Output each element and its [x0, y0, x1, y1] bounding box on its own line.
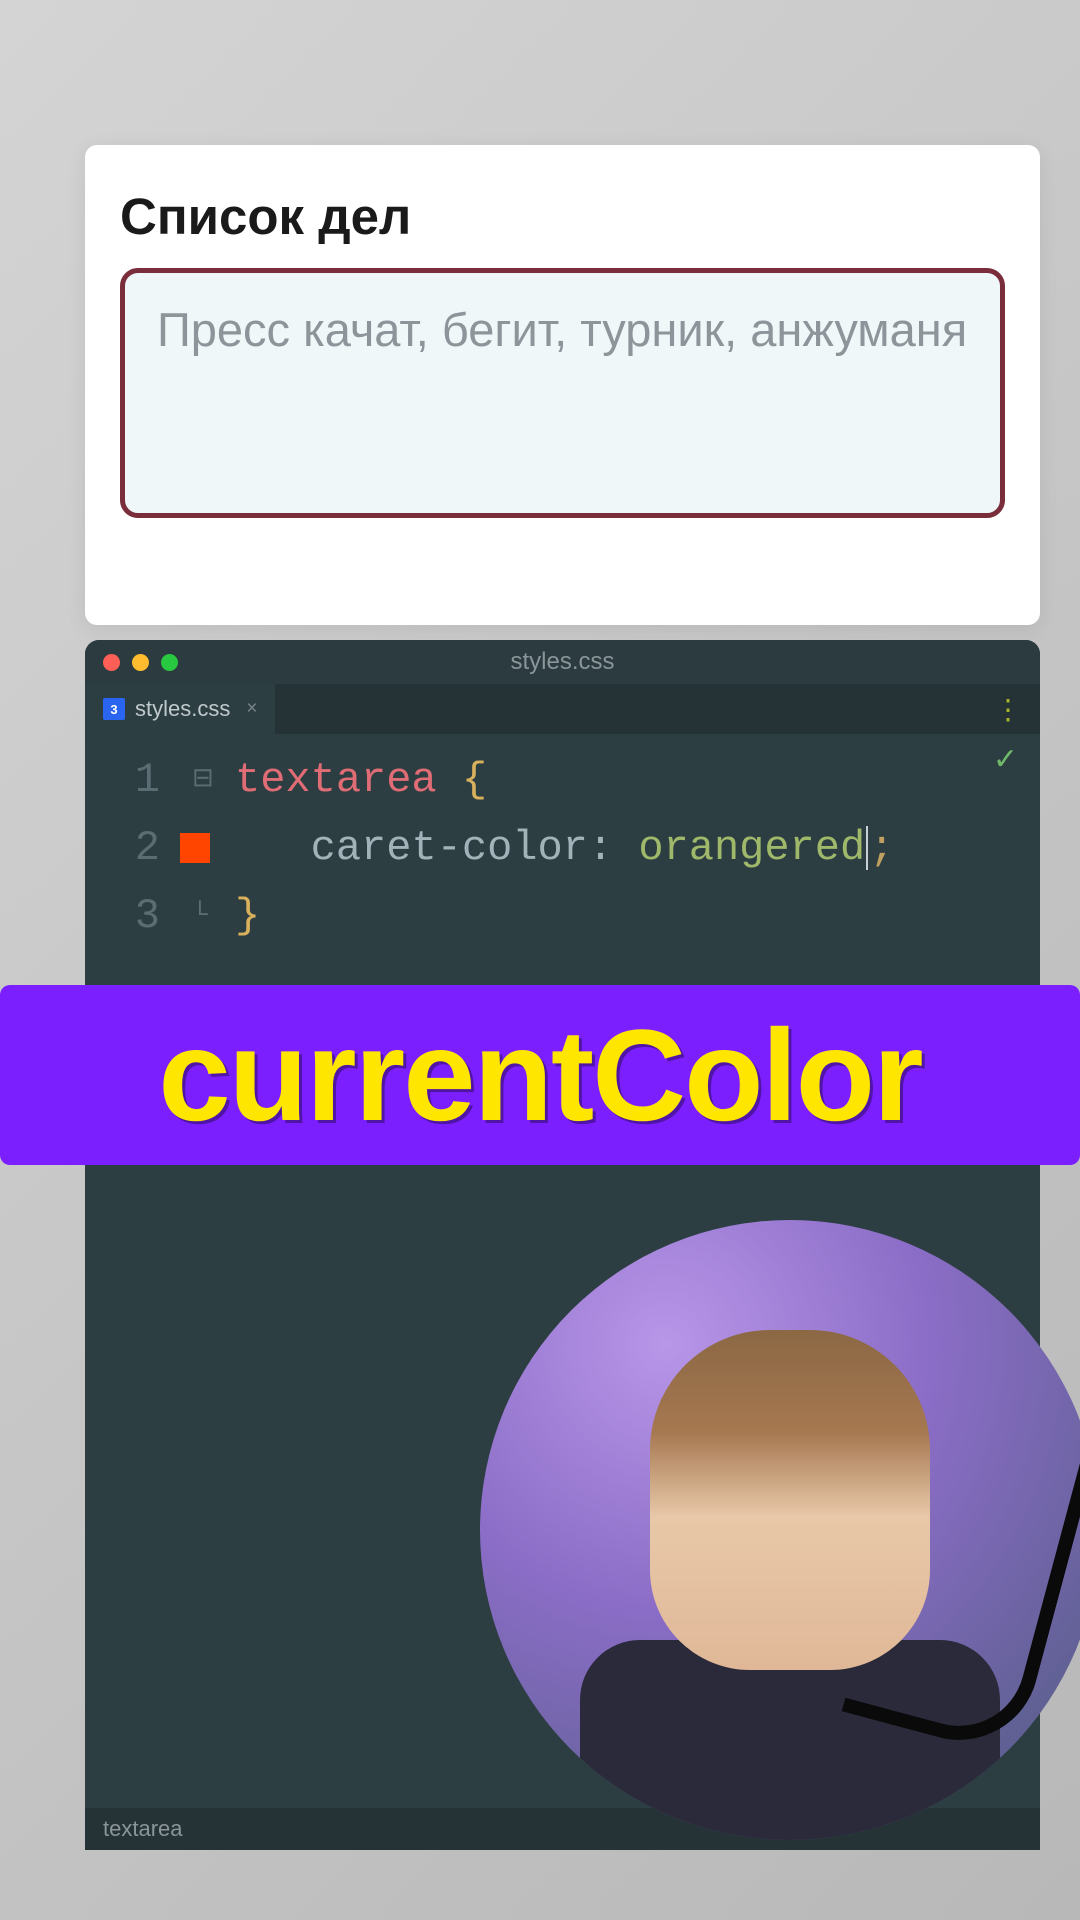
css-file-icon: 3 [103, 698, 125, 720]
code-token-brace: } [235, 892, 260, 940]
code-token-colon: : [588, 824, 613, 872]
code-token-value: orangered [638, 824, 865, 872]
code-token-property: caret-color [311, 824, 588, 872]
maximize-window-button[interactable] [161, 654, 178, 671]
code-content[interactable]: textarea { caret-color: orangered; } [235, 746, 894, 950]
code-token-semicolon: ; [869, 824, 894, 872]
tab-filename: styles.css [135, 696, 230, 722]
close-tab-icon[interactable]: × [246, 698, 257, 720]
caption-banner: currentColor [0, 985, 1080, 1165]
fold-end-icon: └ [192, 894, 208, 936]
fold-icon[interactable]: ⊟ [192, 758, 214, 800]
editor-tab-bar: 3 styles.css × ⋮ [85, 684, 1040, 734]
minimize-window-button[interactable] [132, 654, 149, 671]
line-number: 1 [85, 746, 160, 814]
line-number-gutter: 1 2 3 [85, 746, 180, 950]
code-area[interactable]: ✓ 1 2 3 ⊟ └ textarea { caret-color: oran… [85, 734, 1040, 950]
status-breadcrumb: textarea [103, 1816, 183, 1842]
line-number: 3 [85, 882, 160, 950]
editor-tab[interactable]: 3 styles.css × [85, 684, 275, 734]
caption-text: currentColor [158, 1000, 921, 1150]
code-token-brace: { [462, 756, 487, 804]
check-icon: ✓ [993, 742, 1018, 779]
panel-title: Список дел [120, 187, 1005, 246]
window-title: styles.css [510, 648, 614, 676]
color-swatch-icon[interactable] [180, 833, 210, 863]
traffic-lights [103, 654, 178, 671]
todo-textarea[interactable] [120, 268, 1005, 518]
presenter-webcam [480, 1220, 1080, 1840]
gutter-extra: ⊟ └ [180, 746, 235, 950]
text-cursor [866, 826, 868, 870]
more-menu-icon[interactable]: ⋮ [994, 693, 1020, 726]
code-token-selector: textarea [235, 756, 437, 804]
line-number: 2 [85, 814, 160, 882]
preview-panel: Список дел [85, 145, 1040, 625]
window-titlebar: styles.css [85, 640, 1040, 684]
close-window-button[interactable] [103, 654, 120, 671]
